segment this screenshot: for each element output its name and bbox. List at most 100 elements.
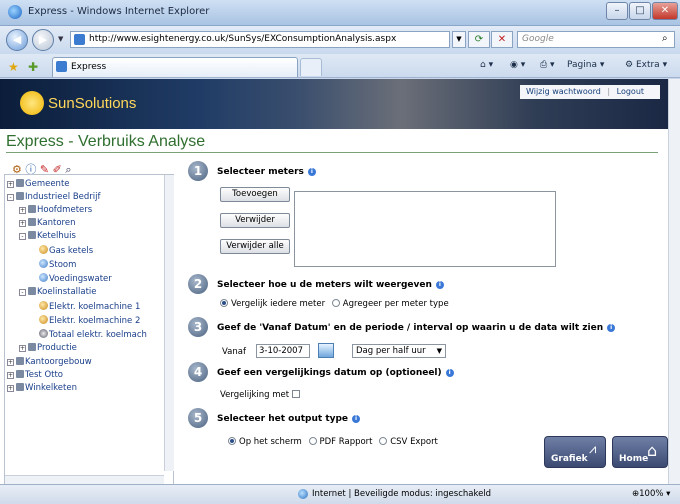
meter-icon [39, 273, 48, 282]
radio-compare-each[interactable]: Vergelijk iedere meter [220, 299, 325, 309]
status-bar: Internet | Beveiligde modus: ingeschakel… [0, 484, 680, 504]
step-1-badge: 1 [188, 161, 208, 181]
building-icon [16, 192, 24, 200]
url-input[interactable]: http://www.esightenergy.co.uk/SunSys/EXC… [70, 31, 450, 48]
sum-meter-icon [39, 329, 48, 338]
step-5-title: Selecteer het output type i [217, 414, 361, 424]
building-icon [16, 370, 24, 378]
info-icon: i [307, 168, 316, 176]
tree-node[interactable]: - Ketelhuis [19, 231, 76, 241]
from-date-input[interactable]: 3-10-2007 [256, 344, 310, 358]
url-dropdown-icon[interactable]: ▼ [452, 31, 466, 48]
folder-icon [28, 287, 36, 295]
close-button[interactable]: ✕ [652, 2, 678, 20]
logout-link[interactable]: Logout [617, 87, 644, 96]
radio-csv[interactable]: CSV Export [379, 437, 438, 447]
stop-icon[interactable]: ✕ [491, 31, 513, 48]
page-content: SunSolutions Wijzig wachtwoord | Logout … [0, 79, 668, 484]
tab-bar: ★ ✚ Express ⌂ ▾ ◉ ▾ ⎙ ▾ Pagina ▾ ⚙ Extra… [0, 54, 680, 78]
page-icon [74, 34, 85, 45]
tree-node[interactable]: Voedingswater [39, 273, 112, 284]
display-options: Vergelijk iedere meter Agregeer per mete… [220, 299, 449, 309]
refresh-icon[interactable]: ⟳ [468, 31, 490, 48]
tree-node[interactable]: Totaal elektr. koelmach [39, 329, 147, 340]
sun-logo-icon [20, 91, 44, 115]
electric-meter-icon [39, 301, 48, 310]
graph-button[interactable]: Grafiek ⩘ [544, 436, 606, 468]
step-4-badge: 4 [188, 362, 208, 382]
selected-meters-list[interactable] [294, 191, 556, 267]
brand-name: SunSolutions [48, 95, 137, 112]
electric-meter-icon [39, 315, 48, 324]
page-vertical-scrollbar[interactable] [668, 79, 680, 484]
radio-screen[interactable]: Op het scherm [228, 437, 302, 447]
zoom-level[interactable]: ⊕100% ▾ [632, 489, 670, 499]
tree-node[interactable]: Elektr. koelmachine 1 [39, 301, 140, 312]
extra-menu[interactable]: ⚙ Extra ▾ [625, 60, 667, 70]
minimize-button[interactable]: – [606, 2, 628, 20]
meter-icon [39, 259, 48, 268]
gas-meter-icon [39, 245, 48, 254]
zone-status: Internet | Beveiligde modus: ingeschakel… [312, 489, 492, 499]
compare-checkbox [292, 390, 301, 398]
tree-node[interactable]: + Kantoorgebouw [7, 357, 92, 367]
tab-express[interactable]: Express [52, 57, 298, 77]
remove-all-button[interactable]: Verwijder alle [220, 239, 290, 254]
back-button[interactable]: ◀ [6, 29, 28, 51]
tree-node[interactable]: + Gemeente [7, 179, 70, 189]
tree-node[interactable]: + Winkelketen [7, 383, 77, 393]
folder-icon [28, 231, 36, 239]
tree-vertical-scrollbar[interactable] [164, 175, 174, 471]
building-icon [16, 357, 24, 365]
tree-node[interactable]: + Productie [19, 343, 77, 353]
change-password-link[interactable]: Wijzig wachtwoord [526, 87, 601, 96]
print-icon[interactable]: ⎙ ▾ [540, 60, 555, 70]
search-input[interactable]: Google [517, 31, 675, 48]
interval-select[interactable]: Dag per half uur ▼ [352, 344, 446, 358]
add-favorite-icon[interactable]: ✚ [28, 60, 38, 74]
history-dropdown-icon[interactable]: ▼ [58, 35, 63, 43]
tree-horizontal-scrollbar[interactable] [5, 475, 164, 484]
tree-node[interactable]: + Hoofdmeters [19, 205, 92, 215]
calendar-icon[interactable] [318, 343, 334, 358]
step-2-badge: 2 [188, 274, 208, 294]
chevron-down-icon: ▼ [436, 347, 442, 355]
tree-node[interactable]: + Test Otto [7, 370, 63, 380]
remove-meter-button[interactable]: Verwijder [220, 213, 290, 228]
window-titlebar: Express - Windows Internet Explorer – □ … [0, 0, 680, 26]
step-4-title: Geef een vergelijkings datum op (optione… [217, 368, 454, 378]
house-icon: ⌂ [647, 441, 658, 460]
tree-node[interactable]: - Industrieel Bedrijf [7, 192, 100, 202]
search-icon[interactable]: ⌕ [662, 33, 668, 44]
chart-icon: ⩘ [589, 442, 597, 457]
tree-node[interactable]: - Koelinstallatie [19, 287, 97, 297]
add-meter-button[interactable]: Toevoegen [220, 187, 290, 202]
globe-icon [298, 489, 308, 499]
compare-option[interactable]: Vergelijking met [220, 390, 301, 400]
window-title: Express - Windows Internet Explorer [28, 6, 210, 17]
maximize-button[interactable]: □ [629, 2, 651, 20]
tree-node[interactable]: + Kantoren [19, 218, 75, 228]
favorites-star-icon[interactable]: ★ [8, 60, 19, 74]
step-3-badge: 3 [188, 317, 208, 337]
new-tab-button[interactable] [300, 58, 322, 76]
info-icon: i [352, 415, 361, 423]
info-icon: i [435, 281, 444, 289]
radio-pdf[interactable]: PDF Rapport [308, 437, 373, 447]
tree-node[interactable]: Stoom [39, 259, 76, 270]
step-1-title: Selecteer meters i [217, 167, 316, 177]
tree-node[interactable]: Elektr. koelmachine 2 [39, 315, 140, 326]
tree-node[interactable]: Gas ketels [39, 245, 93, 256]
home-button[interactable]: Home ⌂ [612, 436, 668, 468]
tab-page-icon [56, 61, 67, 72]
radio-aggregate[interactable]: Agregeer per meter type [331, 299, 449, 309]
feeds-icon[interactable]: ◉ ▾ [510, 60, 525, 70]
address-bar: ◀ ▶ ▼ http://www.esightenergy.co.uk/SunS… [0, 26, 680, 54]
building-icon [16, 383, 24, 391]
forward-button[interactable]: ▶ [32, 29, 54, 51]
folder-icon [28, 218, 36, 226]
info-icon: i [445, 369, 454, 377]
home-toolbar-icon[interactable]: ⌂ ▾ [480, 60, 493, 70]
pagina-menu[interactable]: Pagina ▾ [567, 60, 604, 70]
info-icon: i [607, 324, 616, 332]
